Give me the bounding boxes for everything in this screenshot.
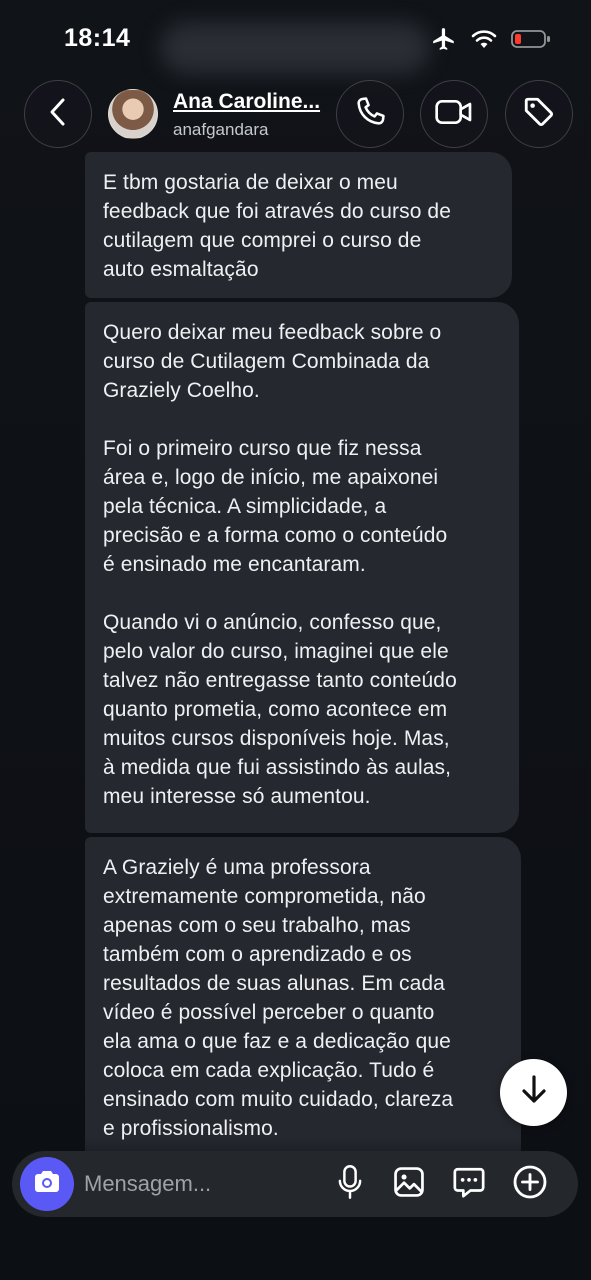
- message-bubble[interactable]: A Graziely é uma professora extremamente…: [85, 837, 521, 1157]
- tag-icon: [522, 95, 556, 134]
- message-text: Quando vi o anúncio, confesso que, pelo …: [103, 611, 457, 808]
- message-bubble[interactable]: Quero deixar meu feedback sobre o curso …: [85, 302, 519, 833]
- blurred-notification: [160, 22, 430, 74]
- microphone-button[interactable]: [330, 1164, 370, 1204]
- chat-header: Ana Caroline... anafgandara: [0, 80, 591, 150]
- wifi-icon: [471, 28, 497, 55]
- video-call-button[interactable]: [420, 80, 488, 148]
- contact-avatar[interactable]: [108, 89, 158, 139]
- phone-icon: [353, 95, 387, 134]
- status-icons: [431, 26, 551, 57]
- dm-thread-screen: 18:14 Ana Caroline... anafgandara E tbm …: [0, 0, 591, 1280]
- contact-handle: anafgandara: [173, 120, 269, 139]
- battery-icon: [511, 29, 551, 54]
- camera-button[interactable]: [20, 1157, 74, 1211]
- message-text: A Graziely é uma professora extremamente…: [103, 856, 454, 1140]
- plus-circle-icon: [512, 1164, 548, 1205]
- arrow-down-icon: [519, 1074, 549, 1111]
- tag-button[interactable]: [505, 80, 573, 148]
- video-camera-icon: [434, 95, 474, 134]
- status-time: 18:14: [64, 24, 131, 52]
- chevron-left-icon: [47, 97, 69, 132]
- status-bar: 18:14: [0, 0, 591, 80]
- microphone-icon: [336, 1164, 364, 1205]
- sticker-button[interactable]: [449, 1164, 489, 1204]
- contact-name[interactable]: Ana Caroline...: [173, 90, 320, 114]
- message-text: E tbm gostaria de deixar o meu feedback …: [103, 171, 451, 281]
- home-indicator-area: [0, 1240, 591, 1280]
- back-button[interactable]: [24, 80, 92, 148]
- chat-bubble-icon: [452, 1165, 486, 1204]
- gallery-button[interactable]: [389, 1164, 429, 1204]
- message-text: Foi o primeiro curso que fiz nessa área …: [103, 437, 448, 576]
- more-options-button[interactable]: [510, 1164, 550, 1204]
- message-text: Quero deixar meu feedback sobre o curso …: [103, 321, 442, 402]
- camera-icon: [32, 1169, 62, 1200]
- message-bubble[interactable]: E tbm gostaria de deixar o meu feedback …: [85, 152, 512, 298]
- image-icon: [392, 1165, 426, 1204]
- call-button[interactable]: [336, 80, 404, 148]
- message-composer: [12, 1151, 578, 1217]
- airplane-icon: [431, 26, 457, 57]
- message-input[interactable]: [84, 1165, 314, 1203]
- scroll-to-bottom-button[interactable]: [500, 1059, 567, 1126]
